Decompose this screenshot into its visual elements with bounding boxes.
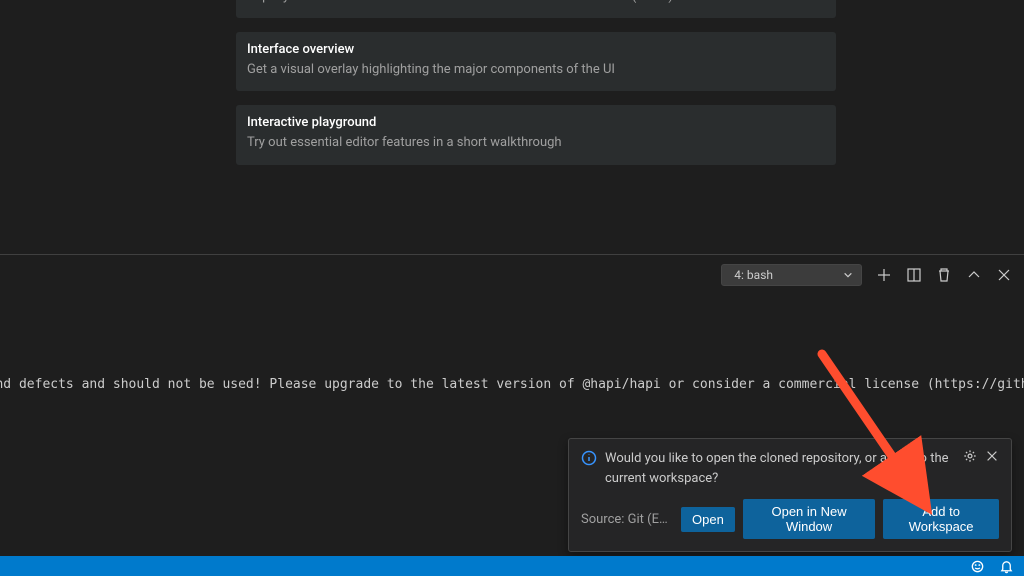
notification-source: Source: Git (Extension) [581, 512, 673, 527]
card-desc: Try out essential editor features in a s… [247, 134, 825, 152]
plus-icon [876, 267, 892, 283]
feedback-button[interactable] [970, 559, 985, 574]
trash-icon [936, 267, 952, 283]
welcome-card-command-palette[interactable]: Rapidly access and search commands from … [236, 0, 836, 18]
feedback-icon [970, 559, 985, 574]
card-desc: Get a visual overlay highlighting the ma… [247, 61, 825, 79]
close-icon [996, 267, 1012, 283]
notification-message: Would you like to open the cloned reposi… [605, 449, 949, 489]
split-terminal-button[interactable] [906, 267, 922, 283]
close-icon [985, 449, 999, 463]
chevron-up-icon [966, 267, 982, 283]
welcome-cards: Rapidly access and search commands from … [236, 0, 836, 179]
open-new-window-button[interactable]: Open in New Window [743, 499, 876, 539]
close-panel-button[interactable] [996, 267, 1012, 283]
bell-icon [999, 559, 1014, 574]
editor-area: Rapidly access and search commands from … [0, 0, 1024, 254]
welcome-card-interactive-playground[interactable]: Interactive playground Try out essential… [236, 105, 836, 164]
card-desc: Rapidly access and search commands from … [247, 0, 825, 6]
panel-header: 4: bash [721, 260, 1012, 290]
maximize-panel-button[interactable] [966, 267, 982, 283]
terminal-selector-label: 4: bash [734, 268, 773, 282]
card-title: Interactive playground [247, 115, 825, 130]
notification-toast: Would you like to open the cloned reposi… [568, 438, 1012, 552]
notifications-button[interactable] [999, 559, 1014, 574]
terminal-selector[interactable]: 4: bash [721, 264, 862, 286]
info-icon [581, 450, 597, 466]
card-title: Interface overview [247, 42, 825, 57]
gear-icon [963, 449, 977, 463]
notification-close-button[interactable] [985, 449, 999, 463]
open-button[interactable]: Open [681, 507, 735, 532]
status-bar [0, 556, 1024, 576]
new-terminal-button[interactable] [876, 267, 892, 283]
welcome-card-interface-overview[interactable]: Interface overview Get a visual overlay … [236, 32, 836, 91]
add-to-workspace-button[interactable]: Add to Workspace [883, 499, 999, 539]
split-icon [906, 267, 922, 283]
kill-terminal-button[interactable] [936, 267, 952, 283]
terminal-line: s and defects and should not be used! Pl… [0, 375, 1024, 396]
notification-settings-button[interactable] [963, 449, 977, 463]
chevron-down-icon [843, 270, 853, 280]
